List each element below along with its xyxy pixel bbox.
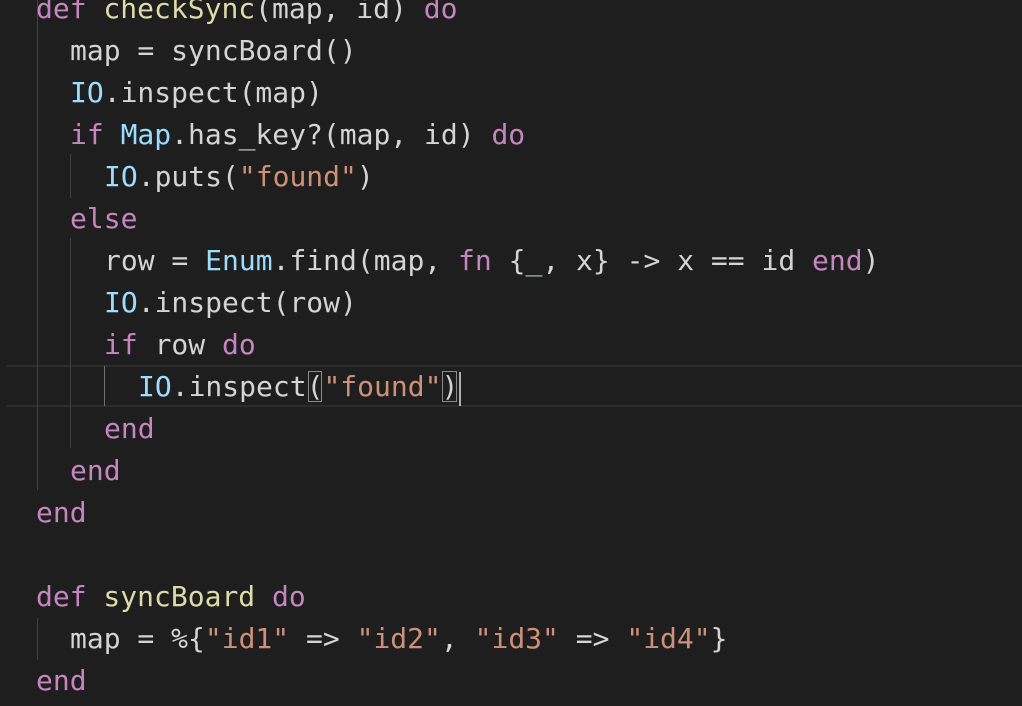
token-text: } [710,622,728,655]
token-keyword: if [104,328,138,361]
token-module: Map [120,118,172,151]
token-text: .inspect(row) [137,286,357,319]
code-editor[interactable]: def checkSync(map, id) do map = syncBoar… [0,0,1022,706]
token-keyword: end [104,412,155,445]
code-line-4[interactable]: if Map.has_key?(map, id) do [70,114,1022,156]
token-keyword: end [36,496,87,529]
token-module: IO [104,160,138,193]
code-line-12[interactable]: end [70,450,1022,492]
token-module: IO [138,370,172,403]
token-module: Enum [205,244,273,277]
token-keyword: end [36,664,87,697]
code-line-13[interactable]: end [36,492,1022,534]
token-keyword: do [272,580,306,613]
token-module: IO [70,76,104,109]
token-text: .inspect [171,370,307,403]
code-line-14[interactable] [36,534,1022,576]
token-text: map = syncBoard() [70,34,357,67]
token-string: "id4" [626,622,711,655]
code-line-8[interactable]: IO.inspect(row) [104,282,1022,324]
token-text: , [440,622,475,655]
token-text: map = %{ [70,622,205,655]
code-line-6[interactable]: else [70,198,1022,240]
token-text: .inspect(map) [103,76,323,109]
code-line-5[interactable]: IO.puts("found") [104,156,1022,198]
token-keyword: do [222,328,256,361]
indent-guide [70,154,71,198]
token-text: row [137,328,223,361]
token-keyword: def [36,0,87,25]
token-string: "found" [323,370,442,403]
token-text: { [491,244,526,277]
code-line-11[interactable]: end [104,408,1022,450]
token-function: syncBoard [86,580,273,613]
code-line-16[interactable]: map = %{"id1" => "id2", "id3" => "id4"} [70,618,1022,660]
code-line-17[interactable]: end [36,660,1022,702]
token-keyword: def [36,580,87,613]
token-keyword: fn [458,244,492,277]
token-keyword: if [70,118,104,151]
text-cursor [459,372,461,406]
token-string: "found" [238,160,357,193]
code-line-1[interactable]: def checkSync(map, id) do [36,0,1022,30]
indent-guide-active [104,366,105,406]
token-underscore: _ [525,244,543,277]
indent-guide [70,238,71,448]
code-line-2[interactable]: map = syncBoard() [70,30,1022,72]
code-line-15[interactable]: def syncBoard do [36,576,1022,618]
code-line-3[interactable]: IO.inspect(map) [70,72,1022,114]
indent-guide [37,0,38,490]
token-text: .has_key?(map, id) [171,118,492,151]
code-line-7[interactable]: row = Enum.find(map, fn {_, x} -> x == i… [104,240,1022,282]
token-text: => [558,622,627,655]
token-string: "id3" [474,622,559,655]
bracket-match-close: ) [441,370,459,403]
bracket-match-open: ( [306,370,324,403]
token-text: (map, id) [255,0,424,25]
token-keyword: do [423,0,458,25]
token-text: , x} -> x == id [542,244,813,277]
token-keyword: do [491,118,526,151]
token-keyword: end [812,244,863,277]
code-line-10[interactable]: IO.inspect("found") [138,366,1022,408]
token-keyword: else [70,202,138,235]
token-text: row = [104,244,206,277]
code-line-9[interactable]: if row do [104,324,1022,366]
token-text: .find(map, [272,244,459,277]
token-keyword: end [70,454,121,487]
token-text: => [289,622,357,655]
token-text: .puts( [137,160,239,193]
token-text: ) [862,244,880,277]
indent-guide [37,618,38,660]
token-function: checkSync [86,0,256,25]
token-module: IO [104,286,138,319]
token-string: "id1" [204,622,290,655]
token-text: ) [356,160,374,193]
token-string: "id2" [356,622,441,655]
